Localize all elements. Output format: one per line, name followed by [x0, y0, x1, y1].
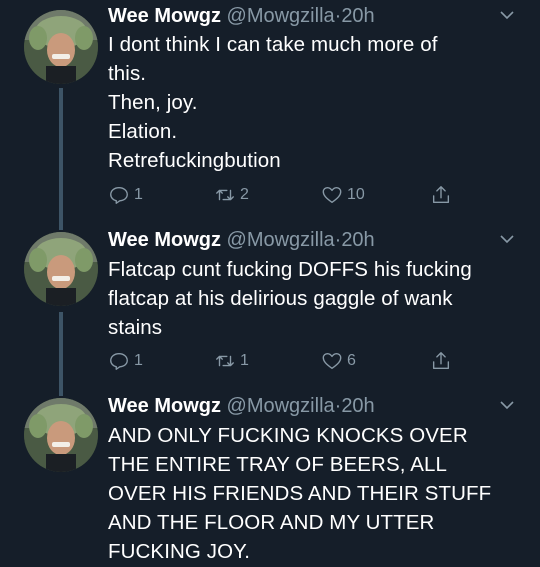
- tweet-text-line: FUCKING JOY.: [108, 540, 251, 563]
- retweet-icon: [216, 355, 234, 367]
- tweet-text-line: Retrefuckingbution: [108, 149, 281, 172]
- tweet-text: Flatcap cunt fucking DOFFS his fucking f…: [108, 255, 518, 342]
- reply-button[interactable]: 1: [108, 182, 143, 208]
- tweet-text-line: flatcap at his delirious gaggle of wank: [108, 287, 453, 310]
- thread-line: [59, 88, 63, 230]
- user-handle[interactable]: @Mowgzilla: [227, 5, 335, 27]
- tweet-text-line: Flatcap cunt fucking DOFFS his fucking: [108, 258, 472, 281]
- like-count: 6: [347, 352, 356, 369]
- avatar[interactable]: [24, 10, 98, 84]
- reply-count: 1: [134, 352, 143, 369]
- share-icon: [432, 352, 450, 370]
- user-handle[interactable]: @Mowgzilla: [227, 229, 335, 251]
- tweet-actions: 1 2 10: [108, 182, 508, 208]
- tweet-text-line: Then, joy.: [108, 91, 198, 114]
- tweet-header: Wee Mowgz @Mowgzilla·20h: [108, 228, 375, 252]
- share-button[interactable]: [430, 348, 452, 374]
- share-icon: [432, 186, 450, 204]
- heart-icon: [322, 186, 342, 204]
- heart-icon: [322, 352, 342, 370]
- tweet[interactable]: Wee Mowgz @Mowgzilla·20h Flatcap cunt fu…: [0, 226, 540, 396]
- reply-button[interactable]: 1: [108, 348, 143, 374]
- tweet-text-line: AND THE FLOOR AND MY UTTER: [108, 511, 435, 534]
- chevron-down-icon[interactable]: [500, 400, 514, 410]
- tweet-text-line: Elation.: [108, 120, 178, 143]
- avatar-image: [24, 10, 98, 84]
- display-name[interactable]: Wee Mowgz: [108, 229, 221, 251]
- tweet-text-line: I dont think I can take much more of: [108, 33, 438, 56]
- tweet-thread: Wee Mowgz @Mowgzilla·20h I dont think I …: [0, 0, 540, 567]
- tweet-text-line: this.: [108, 62, 147, 85]
- tweet-text: I dont think I can take much more of thi…: [108, 30, 518, 175]
- user-handle[interactable]: @Mowgzilla: [227, 395, 335, 417]
- tweet-text-line: THE ENTIRE TRAY OF BEERS, ALL: [108, 453, 447, 476]
- tweet-header: Wee Mowgz @Mowgzilla·20h: [108, 394, 375, 418]
- avatar-image: [24, 398, 98, 472]
- tweet-text: AND ONLY FUCKING KNOCKS OVER THE ENTIRE …: [108, 421, 518, 566]
- display-name[interactable]: Wee Mowgz: [108, 395, 221, 417]
- avatar[interactable]: [24, 232, 98, 306]
- retweet-count: 2: [240, 186, 249, 203]
- retweet-icon: [216, 189, 234, 201]
- timestamp[interactable]: 20h: [341, 229, 374, 251]
- tweet-text-line: AND ONLY FUCKING KNOCKS OVER: [108, 424, 468, 447]
- chevron-down-icon[interactable]: [500, 234, 514, 244]
- avatar[interactable]: [24, 398, 98, 472]
- like-button[interactable]: 10: [321, 182, 365, 208]
- tweet-text-line: OVER HIS FRIENDS AND THEIR STUFF: [108, 482, 492, 505]
- tweet[interactable]: Wee Mowgz @Mowgzilla·20h AND ONLY FUCKIN…: [0, 392, 540, 567]
- like-button[interactable]: 6: [321, 348, 356, 374]
- share-button[interactable]: [430, 182, 452, 208]
- tweet-actions: 1 1 6: [108, 348, 508, 374]
- tweet[interactable]: Wee Mowgz @Mowgzilla·20h I dont think I …: [0, 0, 540, 230]
- retweet-button[interactable]: 1: [214, 348, 249, 374]
- tweet-header: Wee Mowgz @Mowgzilla·20h: [108, 4, 375, 28]
- timestamp[interactable]: 20h: [341, 395, 374, 417]
- like-count: 10: [347, 186, 365, 203]
- reply-icon: [110, 352, 128, 370]
- tweet-text-line: stains: [108, 316, 163, 339]
- reply-icon: [110, 186, 128, 204]
- timestamp[interactable]: 20h: [341, 5, 374, 27]
- reply-count: 1: [134, 186, 143, 203]
- retweet-count: 1: [240, 352, 249, 369]
- retweet-button[interactable]: 2: [214, 182, 249, 208]
- chevron-down-icon[interactable]: [500, 10, 514, 20]
- display-name[interactable]: Wee Mowgz: [108, 5, 221, 27]
- thread-line: [59, 312, 63, 396]
- avatar-image: [24, 232, 98, 306]
